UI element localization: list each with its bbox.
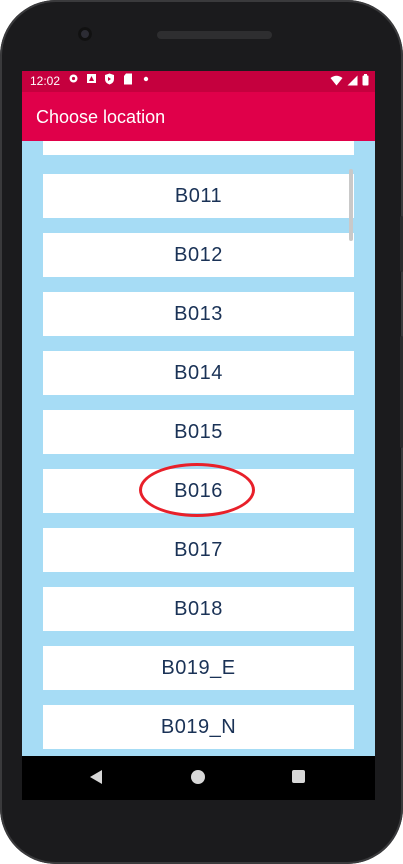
app-bar: Choose location (22, 92, 375, 141)
front-camera (78, 27, 92, 41)
system-icons (330, 74, 369, 89)
location-item-b010[interactable]: B010 (43, 141, 354, 155)
location-item-b015[interactable]: B015 (43, 410, 354, 454)
page-title: Choose location (36, 107, 166, 127)
location-item-b018[interactable]: B018 (43, 587, 354, 631)
home-icon[interactable] (191, 770, 205, 784)
status-bar: 12:02 (22, 71, 375, 92)
sd-card-icon (122, 73, 133, 85)
shield-icon (104, 73, 115, 85)
earpiece-speaker (157, 31, 272, 39)
status-time: 12:02 (30, 74, 61, 88)
location-item-b016[interactable]: B016 (43, 469, 354, 513)
android-icon (86, 73, 97, 85)
notification-icons (68, 73, 151, 85)
back-icon[interactable] (90, 770, 102, 784)
location-item-b014[interactable]: B014 (43, 351, 354, 395)
scrollbar[interactable] (349, 169, 353, 241)
settings-icon (68, 73, 79, 85)
location-list[interactable]: B010 B011 B012 B013 B014 B015 B016 B017 … (22, 141, 375, 756)
location-item-b011[interactable]: B011 (43, 174, 354, 218)
recents-icon[interactable] (292, 770, 305, 783)
phone-frame: 12:02 Choose location B011 B012 B013 B01… (0, 0, 403, 864)
screen: 12:02 Choose location B011 B012 B013 B01… (22, 71, 375, 756)
navigation-bar (22, 756, 375, 800)
location-item-b013[interactable]: B013 (43, 292, 354, 336)
location-item-b019-n[interactable]: B019_N (43, 705, 354, 749)
location-item-b012[interactable]: B012 (43, 233, 354, 277)
dot-icon (140, 73, 151, 85)
battery-icon (362, 74, 369, 89)
location-item-b019-e[interactable]: B019_E (43, 646, 354, 690)
wifi-icon (330, 75, 343, 89)
signal-icon (347, 75, 358, 89)
location-item-b017[interactable]: B017 (43, 528, 354, 572)
